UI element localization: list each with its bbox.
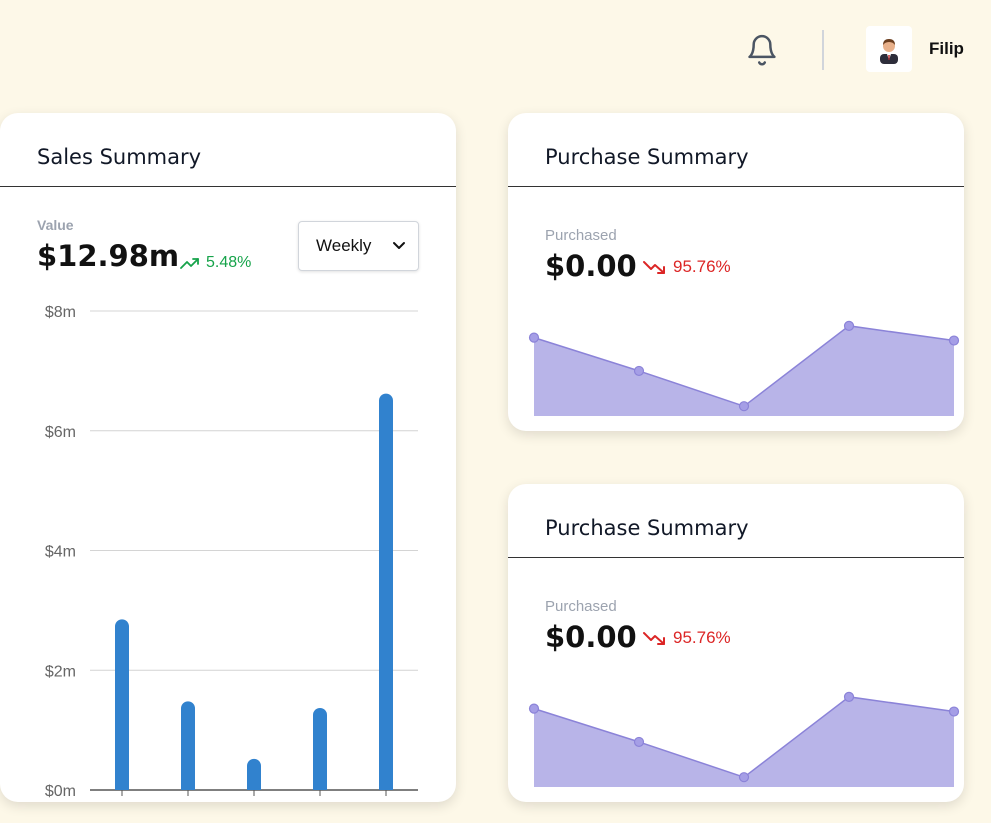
top-bar: Filip (0, 0, 991, 100)
sales-change: 5.48% (180, 254, 251, 272)
bar-base (115, 782, 129, 790)
period-select[interactable]: Weekly (298, 221, 419, 271)
card-title: Sales Summary (37, 145, 202, 169)
y-tick-label: $4m (45, 544, 76, 561)
purchase-change-value: 95.76% (673, 257, 731, 276)
y-tick-label: $8m (45, 304, 76, 321)
chevron-down-icon (393, 242, 405, 249)
bar-base (379, 782, 393, 790)
card-divider (508, 557, 964, 558)
value-label: Value (37, 217, 74, 233)
trending-down-icon (643, 261, 665, 274)
bar-base (247, 782, 261, 790)
trending-up-icon (180, 258, 199, 269)
data-point (738, 772, 750, 783)
bar (115, 619, 129, 790)
bar (379, 393, 393, 790)
purchase-change: 95.76% (642, 628, 731, 648)
y-tick-label: $0m (45, 783, 76, 800)
data-point (843, 320, 855, 331)
purchased-label: Purchased (545, 227, 617, 244)
data-point (948, 706, 960, 717)
sales-summary-card: Sales Summary Value $12.98m 5.48% Weekly… (0, 113, 456, 802)
data-point (843, 691, 855, 702)
data-point (633, 736, 645, 748)
bell-icon[interactable] (745, 32, 779, 68)
y-tick-label: $6m (45, 424, 76, 441)
bar (313, 707, 327, 790)
purchase-area-chart (528, 691, 960, 787)
data-point (738, 401, 750, 412)
bar-base (181, 782, 195, 790)
purchased-value: $0.00 (545, 249, 637, 283)
card-divider (0, 186, 456, 187)
avatar-icon (880, 39, 898, 64)
data-point (528, 332, 540, 343)
purchased-label: Purchased (545, 598, 617, 615)
user-name[interactable]: Filip (929, 39, 964, 59)
purchase-summary-card: Purchase Summary Purchased $0.00 95.76% (508, 484, 964, 802)
purchased-value: $0.00 (545, 620, 637, 654)
user-avatar[interactable] (866, 26, 912, 72)
purchase-change: 95.76% (642, 257, 731, 277)
period-select-value: Weekly (316, 236, 372, 255)
header-divider (822, 30, 824, 70)
card-title: Purchase Summary (545, 516, 749, 540)
sales-change-value: 5.48% (206, 254, 252, 271)
sales-value: $12.98m (37, 239, 180, 273)
card-divider (508, 186, 964, 187)
sales-bar-chart: $0m$2m$4m$6m$8m3/132/172/41/231/8 (45, 304, 418, 800)
y-tick-label: $2m (45, 663, 76, 680)
bar (181, 701, 195, 790)
purchase-summary-card: Purchase Summary Purchased $0.00 95.76% (508, 113, 964, 431)
trending-down-icon (643, 632, 665, 645)
bar-base (313, 782, 327, 790)
card-title: Purchase Summary (545, 145, 749, 169)
purchase-area-chart (528, 320, 960, 416)
data-point (528, 703, 540, 714)
data-point (948, 335, 960, 346)
purchase-change-value: 95.76% (673, 628, 731, 647)
data-point (633, 365, 645, 377)
